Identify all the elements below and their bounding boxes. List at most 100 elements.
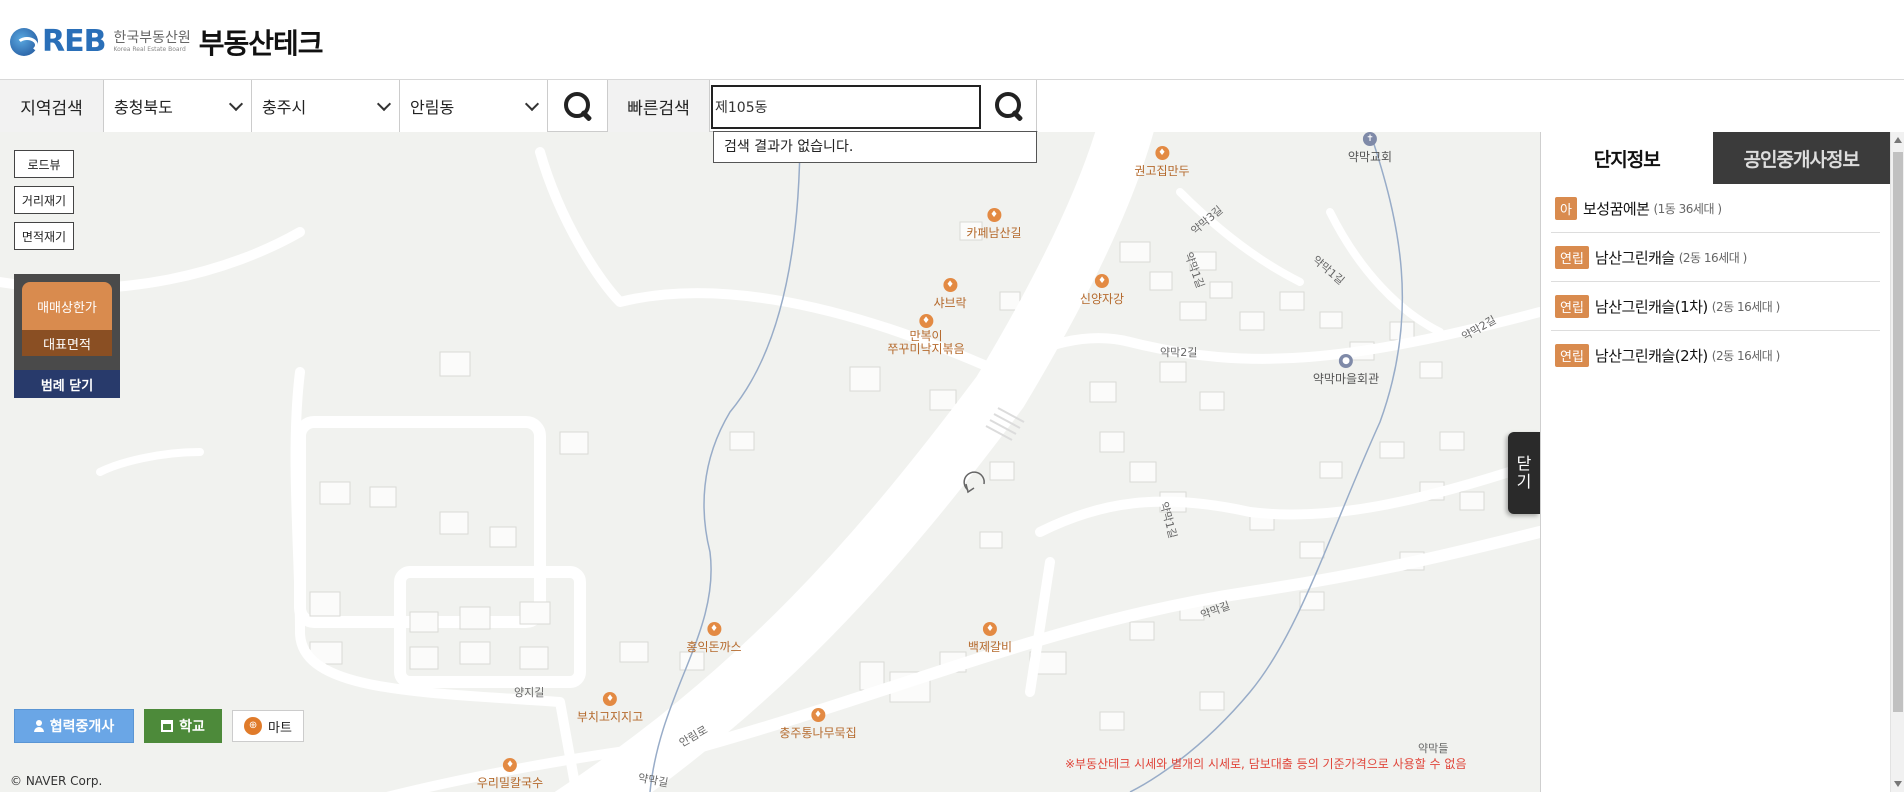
panel-scrollbar[interactable] xyxy=(1890,132,1904,792)
poi-marker[interactable]: ♦ 홍익돈까스 xyxy=(686,622,742,655)
complex-type-badge: 연립 xyxy=(1555,245,1589,269)
dong-select[interactable]: 안림동 xyxy=(400,80,548,132)
legend-price: 매매상한가 xyxy=(22,282,112,330)
quick-search-input[interactable] xyxy=(711,85,981,129)
complex-info: (2동 16세대 ) xyxy=(1678,250,1748,265)
search-no-result: 검색 결과가 없습니다. xyxy=(713,131,1037,163)
roadview-button[interactable]: 로드뷰 xyxy=(14,150,74,178)
poi-marker[interactable]: ♦ 카페남산길 xyxy=(966,208,1022,241)
road-label: 약막2길 xyxy=(1160,346,1198,359)
reb-logo-icon xyxy=(10,28,38,56)
scrollbar-thumb[interactable] xyxy=(1893,152,1903,712)
complex-info: (1동 36세대 ) xyxy=(1653,201,1722,216)
complex-name: 남산그린캐슬(1차) xyxy=(1594,297,1708,316)
poi-marker[interactable]: ♦ 백제갈비 xyxy=(968,622,1012,655)
restaurant-icon: ♦ xyxy=(503,758,517,772)
restaurant-icon: ♦ xyxy=(1094,274,1109,288)
search-bar: 지역검색 충청북도 충주시 안림동 빠른검색 xyxy=(0,80,1038,132)
restaurant-icon: ♦ xyxy=(1154,146,1169,160)
poi-label: 카페남산길 xyxy=(966,226,1022,240)
header: REB 한국부동산원 Korea Real Estate Board 부동산테크 xyxy=(0,0,1904,80)
restaurant-icon: ♦ xyxy=(919,314,933,328)
logo-brand: REB xyxy=(42,24,106,59)
poi-marker[interactable]: ♦ 부치고지지고 xyxy=(577,692,643,725)
poi-label: 약막마을회관 xyxy=(1312,372,1380,386)
complex-list-item[interactable]: 아 보성꿈에본 (1동 36세대 ) xyxy=(1551,184,1880,233)
poi-marker[interactable]: ♦ 샤브락 xyxy=(933,278,967,311)
quick-search-button[interactable] xyxy=(981,80,1037,132)
poi-label: 부치고지지고 xyxy=(576,710,644,724)
cafe-icon: ♦ xyxy=(986,208,1001,222)
panel-tabs: 단지정보 공인중개사정보 xyxy=(1541,132,1890,184)
city-select[interactable]: 충주시 xyxy=(252,80,400,132)
complex-list: 아 보성꿈에본 (1동 36세대 ) 연립 남산그린캐슬 (2동 16세대 ) … xyxy=(1541,184,1890,380)
poi-label: 권고집만두 xyxy=(1134,164,1190,178)
tab-broker-info[interactable]: 공인중개사정보 xyxy=(1712,132,1890,184)
poi-marker[interactable]: ♦ 충주통나무묵집 xyxy=(779,708,857,741)
price-disclaimer: ※부동산테크 시세와 별개의 시세로, 담보대출 등의 기준가격으로 사용할 수… xyxy=(1065,757,1467,771)
road-label: 약막들 xyxy=(1418,742,1449,755)
scroll-up-arrow-icon[interactable] xyxy=(1894,137,1902,143)
logo-org-ko: 한국부동산원 xyxy=(113,30,191,46)
poi-marker[interactable]: ♦ 신양자강 xyxy=(1080,274,1124,307)
poi-marker[interactable]: ✝ 약막교회 xyxy=(1348,132,1392,165)
panel-close-toggle[interactable]: 닫 기 xyxy=(1508,432,1540,514)
quick-search-label: 빠른검색 xyxy=(608,80,710,132)
public-building-icon: ● xyxy=(1339,354,1353,368)
restaurant-icon: ♦ xyxy=(811,708,825,722)
complex-type-badge: 연립 xyxy=(1555,294,1589,318)
poi-marker[interactable]: ● 약막마을회관 xyxy=(1313,354,1379,387)
poi-label: 약막교회 xyxy=(1347,150,1393,164)
logo-service-title: 부동산테크 xyxy=(198,27,324,60)
partner-broker-label: 협력중개사 xyxy=(49,719,115,735)
cart-icon: ⊕ xyxy=(244,717,263,735)
poi-marker[interactable]: ♦ 권고집만두 xyxy=(1134,146,1190,179)
logo[interactable]: REB 한국부동산원 Korea Real Estate Board 부동산테크 xyxy=(10,22,324,62)
search-icon xyxy=(994,92,1023,120)
poi-label: 충주통나무묵집 xyxy=(779,726,857,740)
map-canvas xyxy=(0,132,1540,792)
restaurant-icon: ♦ xyxy=(982,622,997,636)
logo-org-en: Korea Real Estate Board xyxy=(113,46,186,53)
restaurant-icon: ♦ xyxy=(603,692,617,706)
poi-label: 홍익돈까스 xyxy=(686,640,742,654)
chevron-down-icon xyxy=(524,96,540,111)
province-select[interactable]: 충청북도 xyxy=(104,80,252,132)
complex-list-item[interactable]: 연립 남산그린캐슬(2차) (2동 16세대 ) xyxy=(1551,331,1880,380)
logo-org: 한국부동산원 Korea Real Estate Board xyxy=(113,30,190,54)
poi-label: 우리밀칼국수 xyxy=(476,776,544,790)
complex-list-item[interactable]: 연립 남산그린캐슬(1차) (2동 16세대 ) xyxy=(1551,282,1880,331)
complex-name: 보성꿈에본 xyxy=(1582,199,1650,218)
poi-marker[interactable]: ♦ 우리밀칼국수 xyxy=(477,758,543,791)
partner-broker-button[interactable]: 협력중개사 xyxy=(14,709,134,743)
measure-distance-button[interactable]: 거리재기 xyxy=(14,186,74,214)
complex-info: (2동 16세대 ) xyxy=(1711,349,1781,363)
poi-marker[interactable]: ♦ 만복이 쭈꾸미낙지볶음 xyxy=(887,314,965,356)
complex-name: 남산그린캐슬(2차) xyxy=(1594,347,1708,365)
scroll-down-arrow-icon[interactable] xyxy=(1894,781,1902,787)
mart-button[interactable]: ⊕ 마트 xyxy=(232,710,304,742)
measure-area-button[interactable]: 면적재기 xyxy=(14,222,74,250)
app-root: REB 한국부동산원 Korea Real Estate Board 부동산테크… xyxy=(0,0,1904,792)
poi-label: 신양자강 xyxy=(1079,292,1125,306)
road-label: 양지길 xyxy=(514,686,545,699)
poi-label: 백제갈비 xyxy=(967,640,1013,654)
complex-list-item[interactable]: 연립 남산그린캐슬 (2동 16세대 ) xyxy=(1551,233,1880,282)
mart-label: 마트 xyxy=(268,720,292,736)
complex-type-badge: 아 xyxy=(1555,196,1577,220)
map[interactable]: ♦ 권고집만두 ♦ 카페남산길 ♦ 샤브락 ♦ 신양자강 ♦ 만복이 쭈꾸미낙지볶음 ✝ 약… xyxy=(0,132,1540,792)
legend-close-button[interactable]: 범례 닫기 xyxy=(14,370,120,398)
poi-label: 만복이 쭈꾸미낙지볶음 xyxy=(887,329,965,356)
school-icon xyxy=(161,720,174,732)
restaurant-icon: ♦ xyxy=(943,278,957,292)
search-icon xyxy=(563,92,592,120)
region-search-button[interactable] xyxy=(548,80,608,132)
panel-close-label: 닫 기 xyxy=(1516,454,1532,491)
school-button[interactable]: 학교 xyxy=(144,709,222,743)
tab-complex-info[interactable]: 단지정보 xyxy=(1541,132,1713,184)
school-label: 학교 xyxy=(179,719,205,735)
map-copyright: © NAVER Corp. xyxy=(10,774,103,788)
complex-info: (2동 16세대 ) xyxy=(1711,299,1781,314)
dong-value: 안림동 xyxy=(410,98,455,117)
region-search-label: 지역검색 xyxy=(0,80,104,132)
